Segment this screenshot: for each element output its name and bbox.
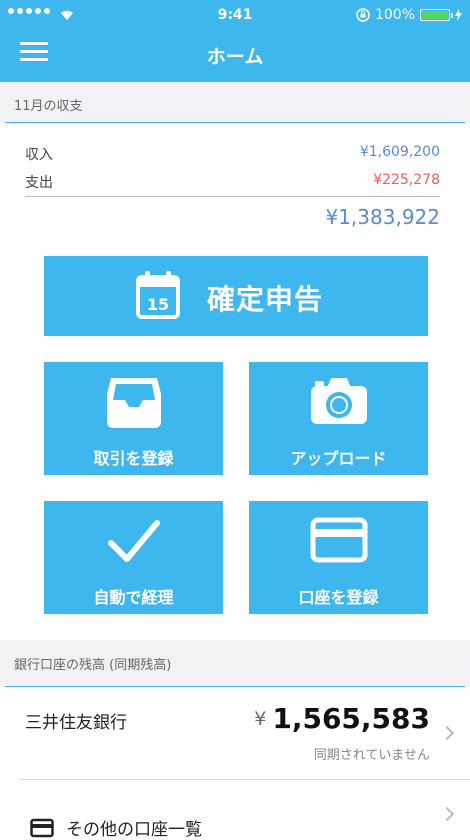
expense-label: 支出 xyxy=(25,175,53,191)
register-transaction-label: 取引を登録 xyxy=(93,449,174,468)
upload-label: アップロード xyxy=(290,449,387,468)
other-accounts-row[interactable]: その他の口座一覧 xyxy=(0,780,470,840)
battery-percent: 100% xyxy=(374,7,415,23)
net-balance-value: ¥1,383,922 xyxy=(325,205,440,229)
page-title: ホーム xyxy=(206,46,264,68)
expense-value: ¥225,278 xyxy=(373,172,440,188)
app-header: 9:41 100% ホーム xyxy=(0,0,470,82)
other-accounts-label: その他の口座一覧 xyxy=(66,820,202,840)
bank-top-border xyxy=(5,686,465,687)
income-value: ¥1,609,200 xyxy=(359,144,440,160)
bank-account-row[interactable]: 三井住友銀行 ¥1,565,583 同期されていません xyxy=(0,686,470,779)
battery-icon xyxy=(420,9,453,21)
currency-symbol: ¥ xyxy=(254,708,267,730)
register-account-button[interactable]: 口座を登録 xyxy=(249,501,428,614)
bank-name: 三井住友銀行 xyxy=(25,713,127,733)
upload-button[interactable]: アップロード xyxy=(249,362,428,475)
monthly-summary-label: 11月の収支 xyxy=(14,99,83,114)
checkmark-icon xyxy=(107,520,160,562)
income-label: 収入 xyxy=(25,147,53,163)
camera-icon xyxy=(310,378,367,424)
other-accounts-link: その他の口座一覧 xyxy=(30,815,202,840)
credit-card-icon xyxy=(310,517,367,563)
monthly-summary-panel[interactable]: 収入 ¥1,609,200 支出 ¥225,278 ¥1,383,922 xyxy=(0,123,470,240)
sync-status: 同期されていません xyxy=(313,748,430,763)
auto-bookkeeping-button[interactable]: 自動で経理 xyxy=(44,501,223,614)
charging-icon xyxy=(455,9,462,21)
tax-return-label: 確定申告 xyxy=(207,283,324,316)
register-transaction-button[interactable]: 取引を登録 xyxy=(44,362,223,475)
summary-divider xyxy=(25,196,440,197)
calendar-icon: 15 xyxy=(136,271,180,319)
tax-return-button[interactable]: 15 確定申告 xyxy=(44,256,428,336)
orientation-lock-icon xyxy=(356,8,370,22)
calendar-day: 15 xyxy=(147,295,169,314)
summary-top-border xyxy=(5,122,465,123)
chevron-right-icon xyxy=(439,725,455,741)
chevron-right-icon xyxy=(439,806,455,822)
bank-accounts-panel: 三井住友銀行 ¥1,565,583 同期されていません その他の口座一覧 xyxy=(0,686,470,840)
status-bar: 9:41 100% xyxy=(0,6,470,26)
bank-balance-amount: 1,565,583 xyxy=(272,702,430,735)
bank-balance: ¥1,565,583 xyxy=(254,702,430,735)
inbox-tray-icon xyxy=(106,378,161,428)
action-grid: 15 確定申告 取引を登録 アップロード 自動で経理 口座を登録 xyxy=(0,240,470,640)
credit-card-icon xyxy=(30,818,54,837)
auto-bookkeeping-label: 自動で経理 xyxy=(93,588,174,607)
register-account-label: 口座を登録 xyxy=(298,588,379,607)
bank-balance-label: 銀行口座の残高 (同期残高) xyxy=(14,658,172,673)
